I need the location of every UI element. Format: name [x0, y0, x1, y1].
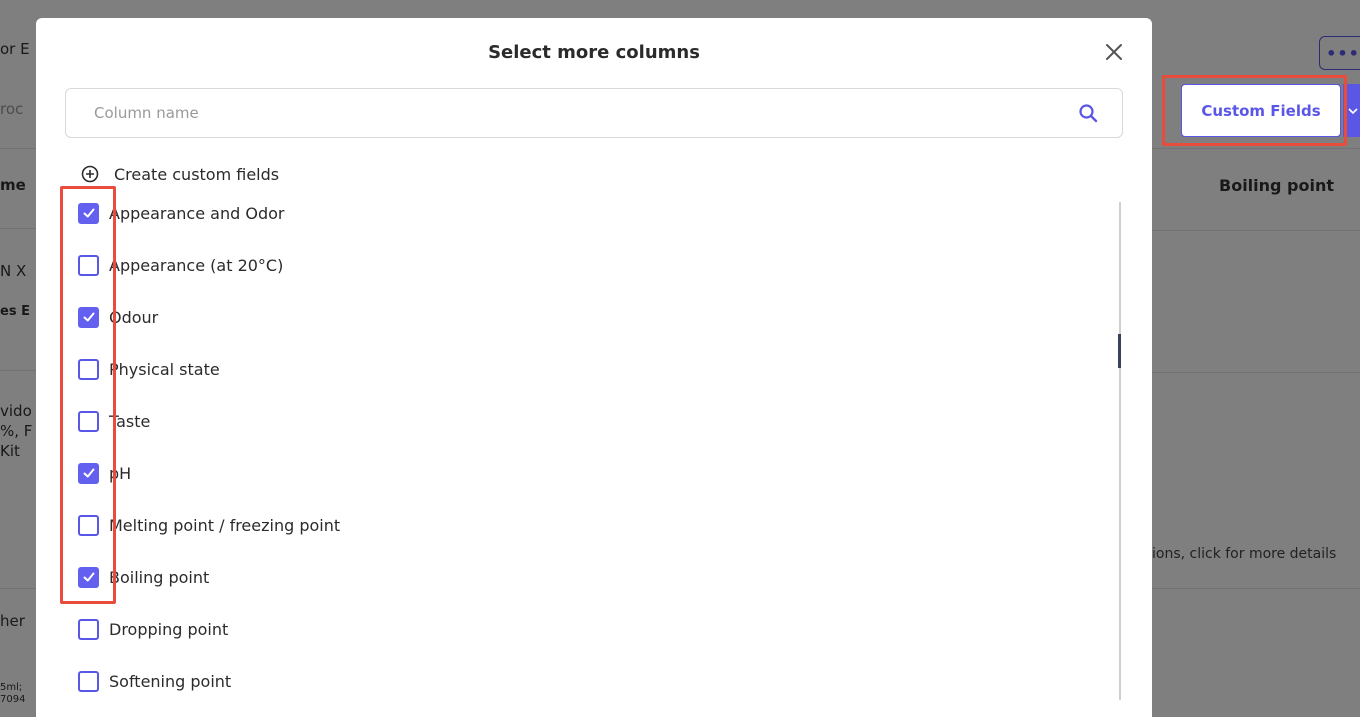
search-input[interactable]	[66, 89, 1076, 137]
chevron-down-icon	[1348, 107, 1358, 114]
column-option[interactable]: Melting point / freezing point	[78, 510, 340, 540]
column-option-label: Dropping point	[109, 619, 229, 639]
close-icon	[1106, 44, 1122, 60]
column-option-label: Appearance (at 20°C)	[109, 255, 284, 275]
search-icon[interactable]	[1076, 101, 1100, 125]
column-option-label: Physical state	[109, 359, 220, 379]
highlight-box-custom-fields	[1162, 75, 1347, 146]
checkbox-unchecked[interactable]	[78, 670, 99, 692]
column-option-label: Melting point / freezing point	[109, 515, 341, 535]
scrollbar-track[interactable]	[1119, 202, 1121, 700]
column-option-label: Softening point	[109, 671, 232, 691]
column-option[interactable]: Softening point	[78, 666, 231, 696]
column-option-label: Appearance and Odor	[109, 203, 285, 223]
column-option-label: Odour	[109, 307, 159, 327]
checkbox-unchecked[interactable]	[78, 618, 99, 640]
create-custom-fields-label: Create custom fields	[114, 164, 280, 184]
highlight-box-checkboxes	[60, 186, 116, 604]
plus-circle-icon	[80, 164, 100, 184]
select-columns-modal: Select more columns Create custom fields…	[36, 18, 1152, 717]
scrollbar-thumb[interactable]	[1118, 334, 1121, 368]
create-custom-fields-button[interactable]: Create custom fields	[80, 164, 279, 184]
close-button[interactable]	[1102, 40, 1126, 64]
search-field[interactable]	[65, 88, 1123, 138]
column-option[interactable]: Dropping point	[78, 614, 228, 644]
column-option-label: Boiling point	[109, 567, 210, 587]
modal-title: Select more columns	[488, 42, 700, 63]
